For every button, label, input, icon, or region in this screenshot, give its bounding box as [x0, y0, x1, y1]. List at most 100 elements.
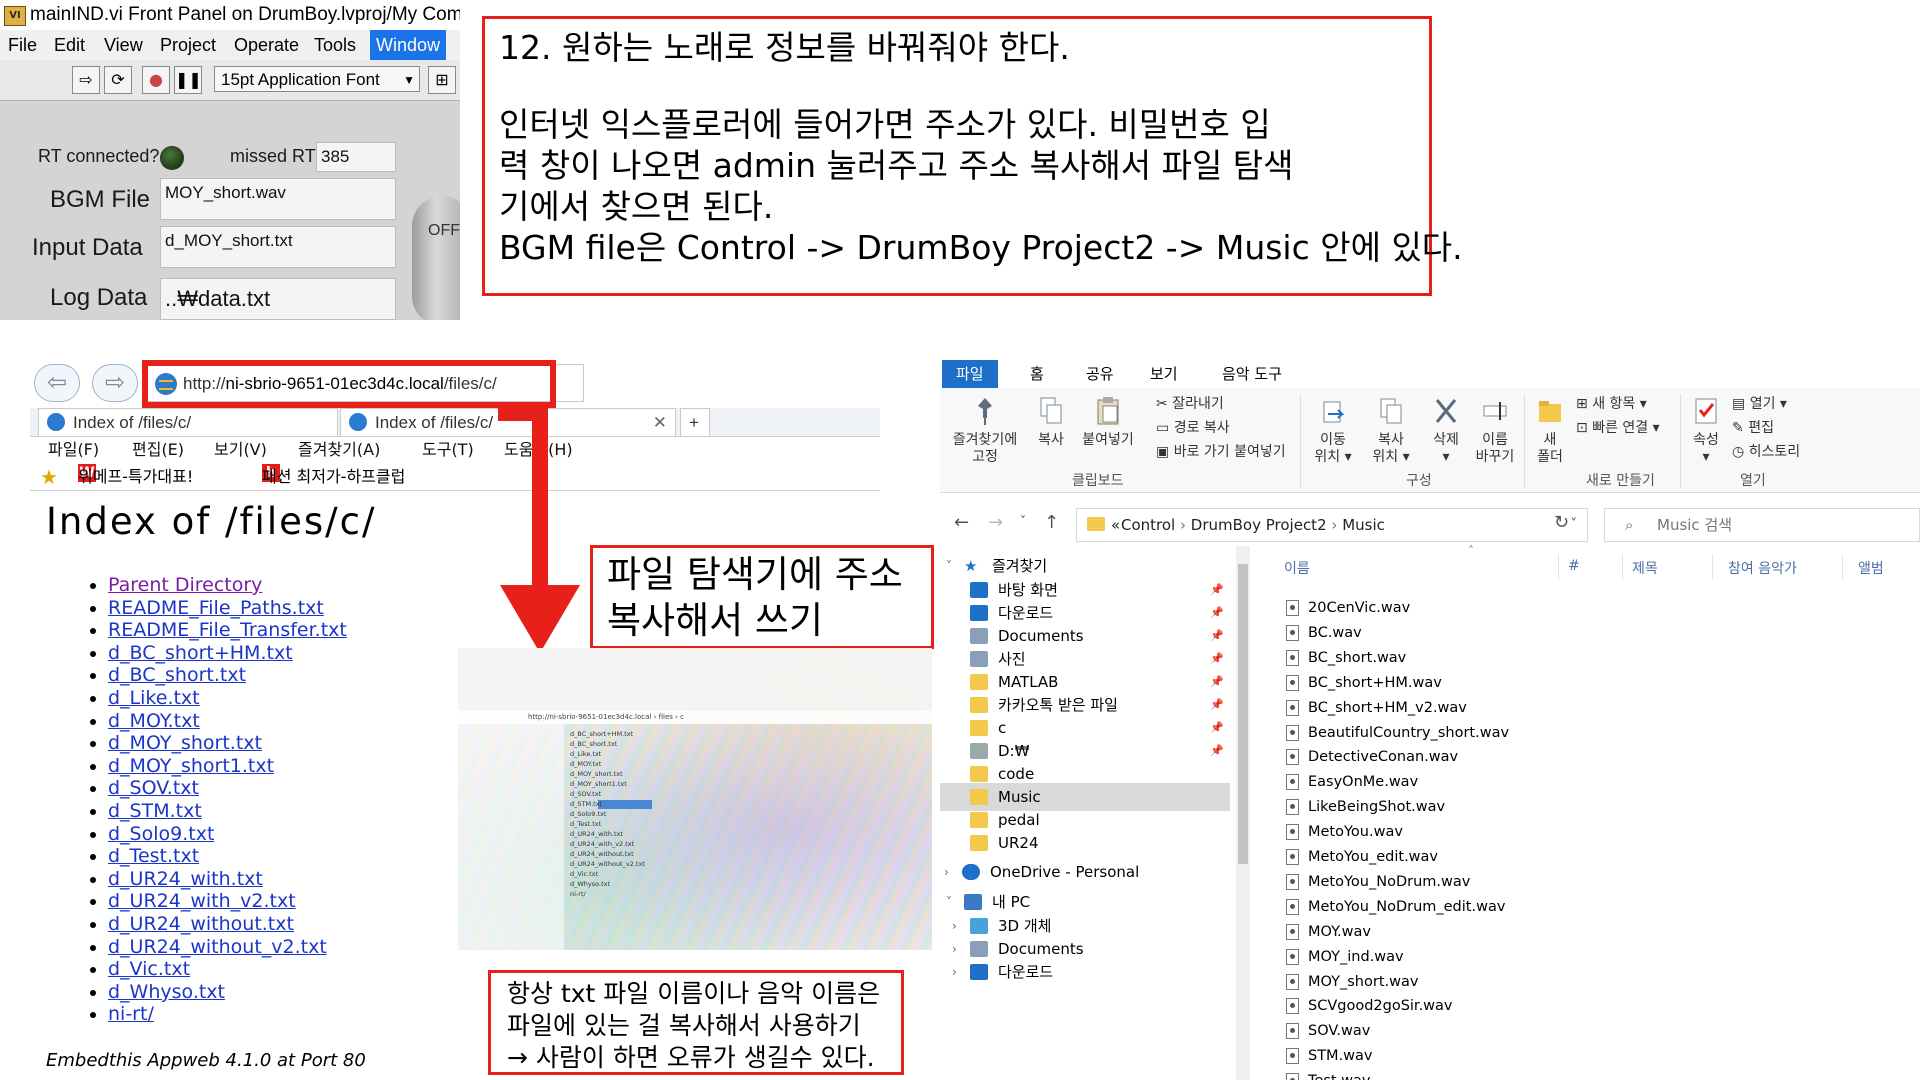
breadcrumb-control[interactable]: Control	[1121, 516, 1175, 534]
back-icon[interactable]: ←	[954, 512, 969, 533]
favorites-star-icon[interactable]: ★	[40, 464, 58, 490]
refresh-icon[interactable]: ↻	[1554, 512, 1569, 533]
paste-button[interactable]: 붙여넣기	[1078, 396, 1138, 449]
properties-button[interactable]: 속성 ▾	[1684, 396, 1728, 466]
audio-file-icon	[1286, 849, 1299, 865]
file-link[interactable]: d_UR24_with.txt	[108, 868, 263, 890]
explorer-search[interactable]: ⌕ Music 검색	[1604, 508, 1920, 542]
forward-icon[interactable]: ⇨	[92, 364, 138, 402]
copy-path-button[interactable]: ▭ 경로 복사	[1156, 420, 1230, 437]
column-album[interactable]: 앨범	[1858, 558, 1884, 578]
easy-access-button[interactable]: ⊡ 빠른 연결 ▾	[1576, 420, 1660, 437]
file-link[interactable]: d_MOY_short1.txt	[108, 755, 274, 777]
history-button[interactable]: ◷ 히스토리	[1732, 444, 1800, 461]
recent-locations-icon[interactable]: ˅	[1020, 514, 1026, 528]
nav-item[interactable]: › 다운로드	[940, 958, 1230, 986]
file-link[interactable]: d_MOY.txt	[108, 710, 200, 732]
open-button[interactable]: ▤ 열기 ▾	[1732, 396, 1787, 413]
menu-tools[interactable]: 도구(T)	[422, 436, 474, 464]
bgm-file-input[interactable]: MOY_short.wav	[160, 178, 396, 220]
file-link[interactable]: d_UR24_without_v2.txt	[108, 936, 327, 958]
log-data-input[interactable]: ..₩data.txt	[160, 278, 396, 320]
menu-favorites[interactable]: 즐겨찾기(A)	[298, 436, 380, 464]
menu-view[interactable]: 보기(V)	[214, 436, 267, 464]
menu-edit[interactable]: Edit	[54, 30, 85, 60]
file-link[interactable]: d_Like.txt	[108, 687, 200, 709]
new-folder-button[interactable]: 새 폴더	[1530, 396, 1570, 466]
breadcrumb-overflow-icon[interactable]: «	[1111, 509, 1120, 541]
copy-path-label: 경로 복사	[1173, 420, 1230, 436]
column-title[interactable]: 제목	[1632, 558, 1658, 578]
delete-button[interactable]: 삭제 ▾	[1424, 396, 1468, 466]
menu-view[interactable]: View	[104, 30, 143, 60]
file-link[interactable]: ni-rt/	[108, 1003, 154, 1025]
forward-icon[interactable]: →	[988, 512, 1003, 533]
file-link[interactable]: d_Whyso.txt	[108, 981, 225, 1003]
breadcrumb-music[interactable]: Music	[1342, 516, 1385, 534]
new-tab-icon[interactable]: +	[680, 408, 710, 436]
directory-listing: Parent DirectoryREADME_File_Paths.txtREA…	[80, 574, 347, 1026]
menu-file[interactable]: File	[8, 30, 37, 60]
font-select[interactable]: 15pt Application Font ▼	[214, 66, 420, 92]
file-link[interactable]: README_File_Transfer.txt	[108, 619, 347, 641]
folder-icon	[970, 720, 988, 736]
copy-to-button[interactable]: 복사 위치 ▾	[1364, 396, 1418, 466]
ribbon-tab-music-tools[interactable]: 음악 도구	[1222, 360, 1282, 388]
run-continuously-icon[interactable]: ⟳	[104, 66, 132, 94]
column-artist[interactable]: 참여 음악가	[1728, 558, 1797, 578]
file-link[interactable]: README_File_Paths.txt	[108, 597, 324, 619]
menu-file[interactable]: 파일(F)	[48, 436, 99, 464]
file-link[interactable]: d_UR24_without.txt	[108, 913, 294, 935]
move-to-button[interactable]: 이동 위치 ▾	[1306, 396, 1360, 466]
paste-shortcut-button[interactable]: ▣ 바로 가기 붙여넣기	[1156, 444, 1286, 461]
breadcrumb-project[interactable]: DrumBoy Project2	[1191, 516, 1327, 534]
file-link[interactable]: d_MOY_short.txt	[108, 732, 262, 754]
file-link[interactable]: d_UR24_with_v2.txt	[108, 890, 296, 912]
menu-edit[interactable]: 편집(E)	[132, 436, 184, 464]
back-icon[interactable]: ⇦	[34, 364, 80, 402]
rename-button[interactable]: 이름 바꾸기	[1470, 396, 1520, 466]
file-link[interactable]: d_BC_short+HM.txt	[108, 642, 293, 664]
edit-button[interactable]: ✎ 편집	[1732, 420, 1774, 437]
pause-icon[interactable]: ❚❚	[174, 66, 202, 94]
copy-button[interactable]: 복사	[1028, 396, 1074, 449]
off-switch[interactable]: OFF	[412, 196, 460, 320]
parent-directory-link[interactable]: Parent Directory	[108, 574, 262, 596]
chevron-down-icon[interactable]: ˅	[1571, 509, 1578, 541]
run-arrow-icon[interactable]: ⇨	[72, 66, 100, 94]
column-number[interactable]: #	[1568, 558, 1580, 574]
menu-project[interactable]: Project	[160, 30, 216, 60]
file-link[interactable]: d_SOV.txt	[108, 777, 199, 799]
column-name[interactable]: 이름	[1284, 558, 1310, 578]
close-icon[interactable]: ✕	[653, 409, 667, 437]
file-name: 20CenVic.wav	[1308, 600, 1411, 616]
ribbon-tab-view[interactable]: 보기	[1150, 360, 1178, 388]
nav-scroll-thumb[interactable]	[1238, 564, 1248, 864]
nav-item[interactable]: UR24	[940, 829, 1230, 857]
file-link[interactable]: d_STM.txt	[108, 800, 202, 822]
pin-quick-access-button[interactable]: 즐겨찾기에 고정	[946, 396, 1024, 466]
ribbon-tab-share[interactable]: 공유	[1086, 360, 1114, 388]
tab-index-1[interactable]: Index of /files/c/	[38, 408, 338, 436]
file-link[interactable]: d_BC_short.txt	[108, 664, 246, 686]
menu-operate[interactable]: Operate	[234, 30, 299, 60]
expand-chevron-icon[interactable]: ›	[944, 858, 949, 886]
new-item-button[interactable]: ⊞ 새 항목 ▾	[1576, 396, 1647, 413]
nav-item[interactable]: › OneDrive - Personal	[940, 858, 1230, 886]
nav-scrollbar[interactable]	[1236, 546, 1250, 1080]
ribbon-tab-home[interactable]: 홈	[1030, 360, 1044, 388]
file-link[interactable]: d_Test.txt	[108, 845, 199, 867]
menu-window[interactable]: Window	[370, 30, 447, 60]
explorer-address-bar[interactable]: « Control › DrumBoy Project2 › Music ˅	[1076, 508, 1588, 542]
cut-button[interactable]: ✂ 잘라내기	[1156, 396, 1224, 413]
ribbon-tab-file[interactable]: 파일	[942, 360, 998, 388]
file-link[interactable]: d_Vic.txt	[108, 958, 190, 980]
abort-icon[interactable]: ●	[142, 66, 170, 94]
expand-chevron-icon[interactable]: ›	[952, 958, 957, 986]
input-data-input[interactable]: d_MOY_short.txt	[160, 226, 396, 268]
folder-icon	[970, 674, 988, 690]
file-link[interactable]: d_Solo9.txt	[108, 823, 214, 845]
align-objects-icon[interactable]: ⊞	[428, 66, 456, 94]
up-icon[interactable]: ↑	[1044, 512, 1059, 533]
menu-tools[interactable]: Tools	[314, 30, 356, 60]
